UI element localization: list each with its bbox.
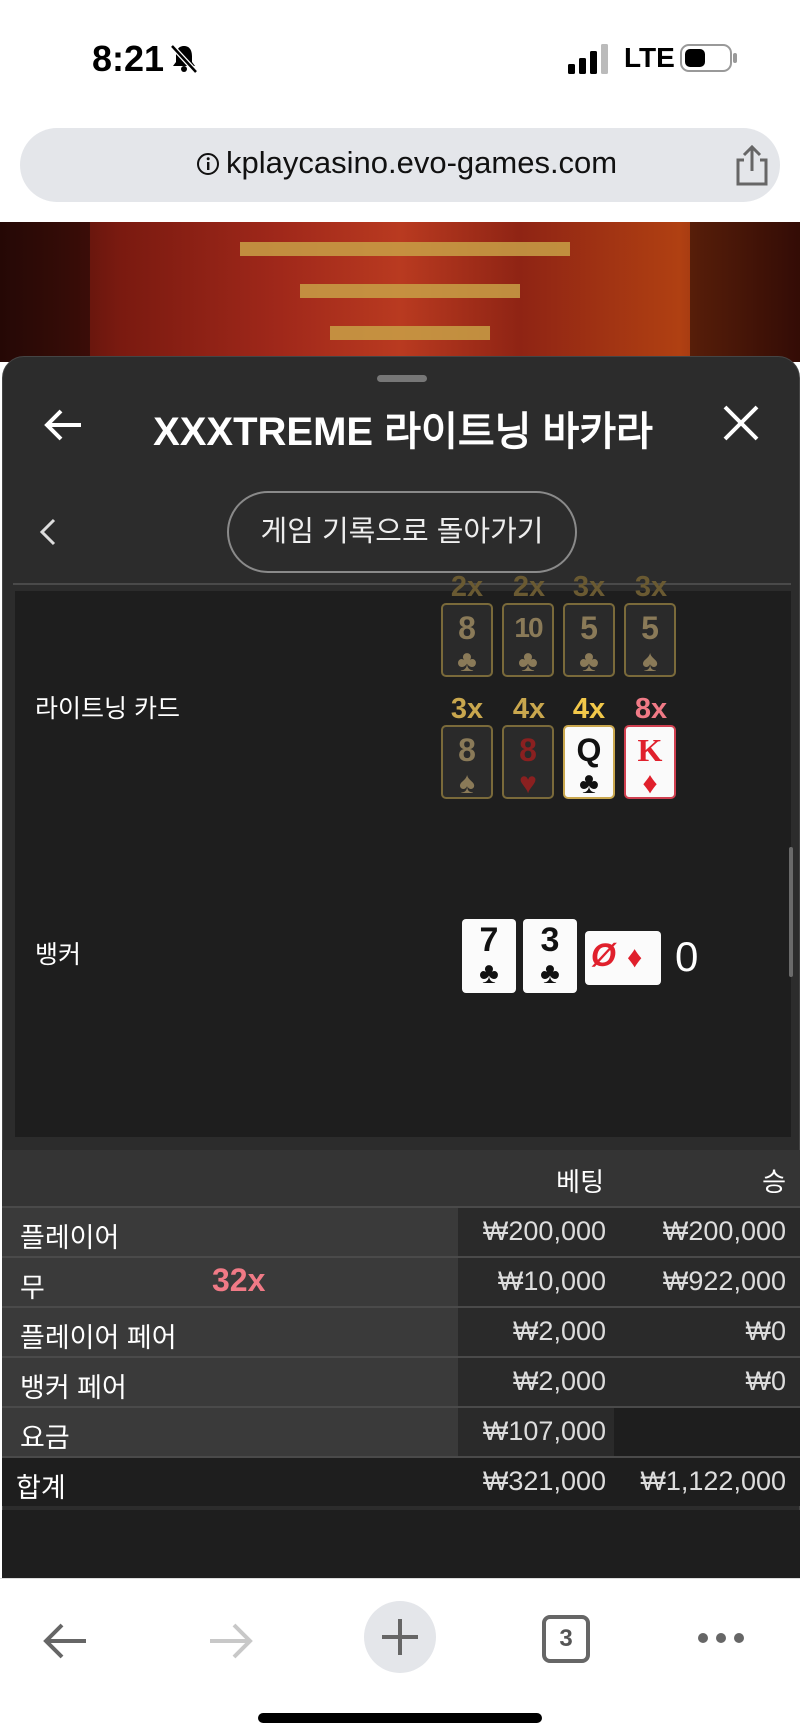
back-arrow-icon[interactable] <box>41 403 85 447</box>
banker-score: 0 <box>675 933 699 980</box>
table-row: 무 32x ₩10,000 ₩922,000 <box>2 1256 800 1306</box>
lightning-card: 5 ♣ <box>563 603 615 677</box>
panel-footer-space <box>2 1510 800 1578</box>
multiplier: 3x <box>634 571 668 603</box>
card-rank: 10 <box>514 612 543 643</box>
lightning-card: Q ♣ <box>563 725 615 799</box>
card-rank: 5 <box>580 610 598 646</box>
lightning-card: 10 ♣ <box>502 603 554 677</box>
back-to-history-button[interactable]: 게임 기록으로 돌아가기 <box>227 491 577 573</box>
card-rank: K <box>637 732 663 768</box>
card-suit: ♣ <box>518 645 538 678</box>
drag-handle[interactable] <box>377 375 427 382</box>
card-suit: ♦ <box>627 941 643 974</box>
table-row: 플레이어 페어 ₩2,000 ₩0 <box>2 1306 800 1356</box>
win-amount: ₩922,000 <box>662 1266 786 1296</box>
multiplier: 4x <box>512 693 546 725</box>
column-header-win: 승 <box>762 1167 786 1197</box>
multiplier: 3x <box>450 693 484 725</box>
total-win: ₩1,122,000 <box>640 1466 786 1496</box>
multiplier: 3x <box>572 571 606 603</box>
multiplier: 8x <box>634 693 668 725</box>
bet-amount: ₩2,000 <box>512 1316 606 1346</box>
banker-card: 7 ♣ <box>462 919 516 993</box>
bet-type: 플레이어 페어 <box>20 1323 177 1353</box>
card-suit: ♥ <box>519 767 537 800</box>
bet-type: 플레이어 <box>20 1223 120 1253</box>
card-suit: ♠ <box>459 767 475 800</box>
bet-amount: ₩2,000 <box>512 1366 606 1396</box>
multiplier: 2x <box>512 571 546 603</box>
bell-muted-icon <box>170 44 198 74</box>
table-row: 플레이어 ₩200,000 ₩200,000 <box>2 1206 800 1256</box>
win-amount: ₩0 <box>745 1366 787 1396</box>
total-label: 합계 <box>16 1473 66 1503</box>
banker-card: 3 ♣ <box>523 919 577 993</box>
close-icon[interactable] <box>721 403 761 443</box>
card-rank: 5 <box>641 610 659 646</box>
browser-back-icon[interactable] <box>40 1619 90 1663</box>
banker-card-sideways: Ø ♦ <box>585 931 661 985</box>
scrollbar[interactable] <box>789 847 793 977</box>
tabs-button[interactable]: 3 <box>542 1615 590 1663</box>
banker-label: 뱅커 <box>35 941 82 969</box>
browser-toolbar: 3 <box>0 1578 800 1735</box>
bet-amount: ₩107,000 <box>482 1416 606 1446</box>
card-suit: ♣ <box>457 645 477 678</box>
share-icon[interactable] <box>732 144 772 186</box>
lightning-card: K ♦ <box>624 725 676 799</box>
signal-icon <box>568 44 608 74</box>
status-bar: 8:21 LTE <box>0 0 800 120</box>
column-header-bet: 베팅 <box>556 1167 604 1197</box>
network-label: LTE <box>624 42 675 73</box>
bets-table-header: 베팅 승 <box>2 1150 800 1206</box>
card-rank: 8 <box>519 732 537 768</box>
table-row: 뱅커 페어 ₩2,000 ₩0 <box>2 1356 800 1406</box>
card-rank: 8 <box>458 610 476 646</box>
lightning-card: 5 ♠ <box>624 603 676 677</box>
plus-icon <box>382 1619 418 1655</box>
lightning-card: 8 ♣ <box>441 603 493 677</box>
card-rank: 7 <box>479 921 499 959</box>
card-rank: Q <box>576 732 602 768</box>
bet-type: 요금 <box>20 1423 70 1453</box>
table-total-row: 합계 ₩321,000 ₩1,122,000 <box>2 1456 800 1506</box>
battery-icon <box>680 44 737 72</box>
table-row: 요금 ₩107,000 <box>2 1406 800 1456</box>
card-rank: 3 <box>540 921 560 959</box>
card-suit: ♣ <box>579 645 599 678</box>
live-video <box>0 222 800 362</box>
win-amount: ₩0 <box>745 1316 787 1346</box>
card-rank: Ø <box>591 937 616 973</box>
chevron-left-icon[interactable] <box>37 517 59 547</box>
panel-title: XXXTREME 라이트닝 바카라 <box>153 410 653 454</box>
bet-amount: ₩10,000 <box>497 1266 606 1296</box>
browser-forward-icon[interactable] <box>206 1619 256 1663</box>
status-time: 8:21 <box>92 38 165 79</box>
tie-multiplier: 32x <box>212 1262 266 1298</box>
card-rank: 8 <box>458 732 476 768</box>
bet-type: 무 <box>20 1273 45 1303</box>
lightning-card: 8 ♥ <box>502 725 554 799</box>
lightning-card: 8 ♠ <box>441 725 493 799</box>
home-indicator[interactable] <box>258 1713 542 1723</box>
new-tab-button[interactable] <box>364 1601 436 1673</box>
url-text: kplaycasino.evo-games.com <box>226 145 618 180</box>
card-suit: ♣ <box>479 957 499 990</box>
win-amount: ₩200,000 <box>662 1216 786 1246</box>
card-suit: ♦ <box>642 767 658 800</box>
multiplier: 4x <box>572 693 606 725</box>
info-icon[interactable] <box>196 152 220 176</box>
card-suit: ♠ <box>642 645 658 678</box>
address-bar[interactable]: kplaycasino.evo-games.com <box>20 128 780 202</box>
card-suit: ♣ <box>579 767 599 800</box>
lightning-cards-label: 라이트닝 카드 <box>35 695 180 723</box>
more-icon[interactable] <box>696 1631 746 1645</box>
bet-amount: ₩200,000 <box>482 1216 606 1246</box>
card-suit: ♣ <box>540 957 560 990</box>
multiplier: 2x <box>450 571 484 603</box>
bet-type: 뱅커 페어 <box>20 1373 127 1403</box>
total-bet: ₩321,000 <box>482 1466 606 1496</box>
